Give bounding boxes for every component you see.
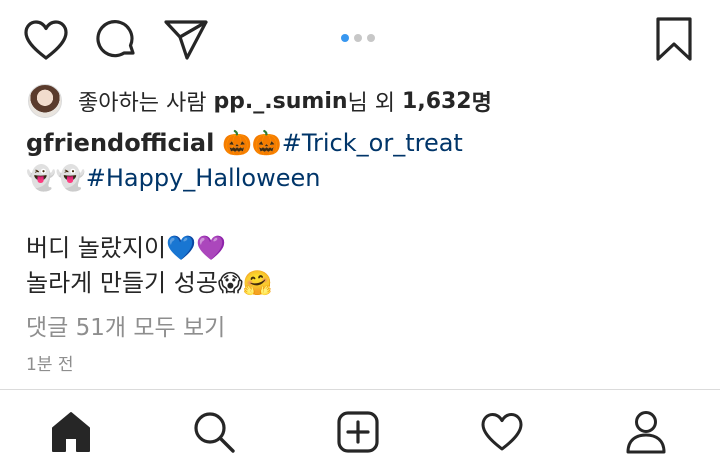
heart-outline-icon [24, 20, 68, 60]
likes-summary[interactable]: 좋아하는 사람 pp._.sumin 님 외 1,632 명 [28, 84, 492, 118]
comment-bubble-icon [96, 20, 135, 58]
liker-username[interactable]: pp._.sumin [213, 89, 347, 114]
post-timestamp: 1분 전 [26, 355, 74, 375]
heart-activity-icon [481, 413, 523, 451]
carousel-dot-active [341, 34, 349, 42]
carousel-indicator [341, 34, 375, 42]
likes-prefix: 좋아하는 사람 [78, 91, 207, 116]
caption-line-1: gfriendofficial 🎃🎃#Trick_or_treat [26, 126, 696, 161]
tab-home[interactable] [47, 408, 95, 456]
save-button[interactable] [652, 15, 696, 63]
share-button[interactable] [162, 17, 210, 63]
likes-suffix: 명 [471, 91, 492, 116]
caption-line-2: 👻👻#Happy_Halloween [26, 161, 696, 196]
caption-text-1: 버디 놀랐지이 [26, 234, 167, 262]
tab-activity[interactable] [478, 408, 526, 456]
caption-line-4: 놀라게 만들기 성공😱🤗 [26, 266, 696, 301]
search-icon [194, 412, 235, 453]
paper-plane-icon [164, 20, 208, 60]
like-button[interactable] [22, 17, 70, 63]
hashtag-trick-or-treat[interactable]: #Trick_or_treat [282, 129, 463, 157]
caption-line-3: 버디 놀랐지이💙💜 [26, 231, 696, 266]
pumpkin-emoji: 🎃🎃 [222, 129, 282, 157]
caption-username[interactable]: gfriendofficial [26, 129, 214, 157]
add-post-icon [337, 411, 379, 453]
caption-text-2: 놀라게 만들기 성공 [26, 269, 218, 297]
hashtag-happy-halloween[interactable]: #Happy_Halloween [86, 164, 321, 192]
likes-count[interactable]: 1,632 [402, 89, 472, 114]
home-icon [52, 412, 90, 452]
post-caption: gfriendofficial 🎃🎃#Trick_or_treat 👻👻#Hap… [26, 126, 696, 301]
carousel-dot [367, 34, 375, 42]
ghost-emoji: 👻👻 [26, 164, 86, 192]
post-action-bar [0, 0, 720, 80]
profile-icon [626, 411, 666, 454]
hearts-emoji: 💙💜 [166, 234, 226, 262]
faces-emoji: 😱🤗 [217, 269, 273, 297]
comment-button[interactable] [94, 17, 140, 63]
view-all-comments-link[interactable]: 댓글 51개 모두 보기 [26, 308, 225, 342]
likes-middle: 님 외 [347, 91, 396, 116]
bottom-tab-bar [0, 389, 720, 476]
tab-new-post[interactable] [334, 408, 382, 456]
tab-profile[interactable] [622, 408, 670, 456]
tab-search[interactable] [190, 408, 238, 456]
liker-avatar[interactable] [28, 84, 62, 118]
bookmark-icon [656, 17, 692, 61]
carousel-dot [354, 34, 362, 42]
